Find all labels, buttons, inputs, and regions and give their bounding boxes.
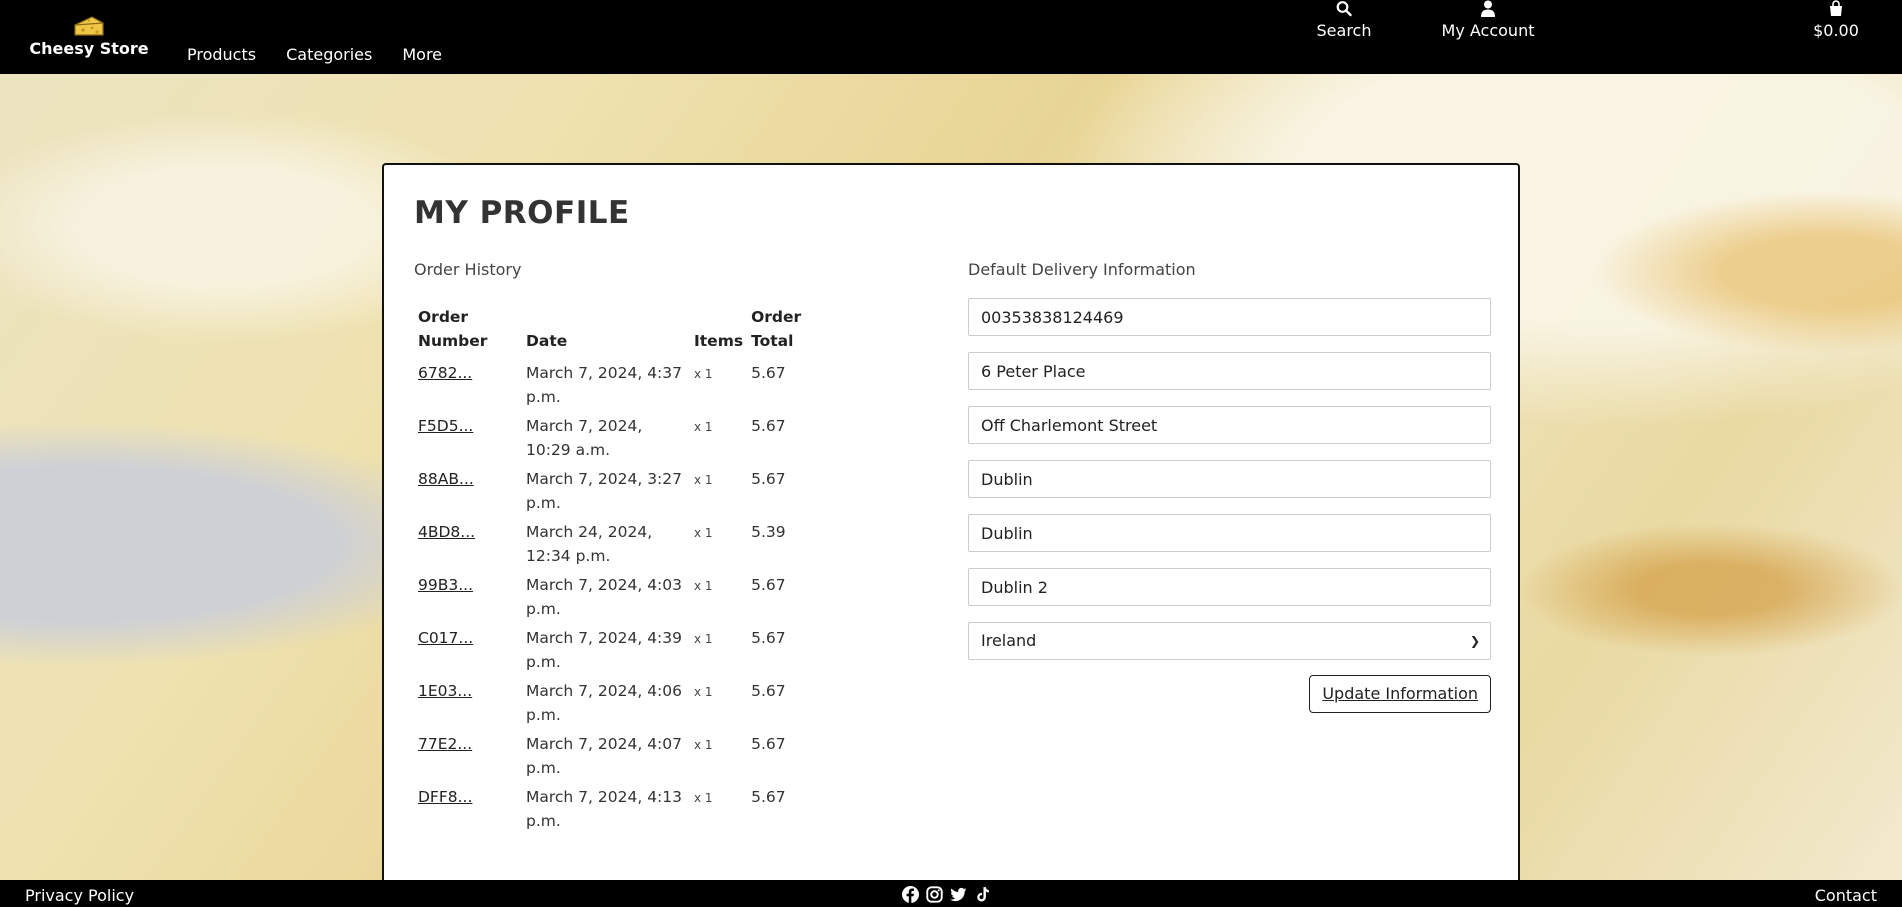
table-row: 1E03... March 7, 2024, 4:06 p.m. x 1 5.6…: [414, 675, 815, 728]
column-header-items: Items: [694, 332, 744, 350]
order-total: 5.67: [751, 629, 786, 647]
order-date: March 7, 2024, 4:37 p.m.: [526, 364, 682, 406]
table-row: 4BD8... March 24, 2024, 12:34 p.m. x 1 5…: [414, 516, 815, 569]
order-total: 5.67: [751, 417, 786, 435]
town-city-field[interactable]: [968, 460, 1491, 498]
main-nav: Products Categories More: [172, 45, 457, 64]
social-links: [902, 886, 991, 903]
delivery-info-label: Default Delivery Information: [968, 260, 1196, 279]
order-date: March 7, 2024, 3:27 p.m.: [526, 470, 682, 512]
order-qty: x 1: [694, 420, 713, 434]
nav-categories[interactable]: Categories: [271, 45, 387, 64]
order-date: March 7, 2024, 4:13 p.m.: [526, 788, 682, 830]
facebook-link[interactable]: [902, 886, 919, 903]
footer: Privacy Policy Contact: [0, 880, 1902, 907]
contact-link[interactable]: Contact: [1815, 886, 1877, 905]
page-title: MY PROFILE: [414, 195, 630, 231]
order-qty: x 1: [694, 685, 713, 699]
country-select[interactable]: Ireland ❯: [968, 622, 1491, 660]
order-date: March 7, 2024, 10:29 a.m.: [526, 417, 643, 459]
table-row: 6782... March 7, 2024, 4:37 p.m. x 1 5.6…: [414, 357, 815, 410]
order-total: 5.39: [751, 523, 786, 541]
order-number-link[interactable]: 4BD8...: [418, 523, 475, 541]
table-row: F5D5... March 7, 2024, 10:29 a.m. x 1 5.…: [414, 410, 815, 463]
order-qty: x 1: [694, 579, 713, 593]
my-account-label: My Account: [1441, 21, 1535, 40]
table-row: C017... March 7, 2024, 4:39 p.m. x 1 5.6…: [414, 622, 815, 675]
profile-card: MY PROFILE Order History Default Deliver…: [382, 163, 1520, 907]
order-qty: x 1: [694, 473, 713, 487]
tiktok-link[interactable]: [974, 886, 991, 903]
table-row: 88AB... March 7, 2024, 3:27 p.m. x 1 5.6…: [414, 463, 815, 516]
twitter-icon: [950, 887, 967, 902]
twitter-link[interactable]: [950, 886, 967, 903]
table-row: 99B3... March 7, 2024, 4:03 p.m. x 1 5.6…: [414, 569, 815, 622]
order-number-link[interactable]: 88AB...: [418, 470, 474, 488]
order-total: 5.67: [751, 470, 786, 488]
table-row: DFF8... March 7, 2024, 4:13 p.m. x 1 5.6…: [414, 781, 815, 834]
order-qty: x 1: [694, 526, 713, 540]
my-account-button[interactable]: My Account: [1428, 0, 1548, 40]
order-number-link[interactable]: F5D5...: [418, 417, 473, 435]
table-header-row: Order Number Date Items Order Total: [414, 301, 815, 357]
order-qty: x 1: [694, 738, 713, 752]
order-number-link[interactable]: 77E2...: [418, 735, 472, 753]
order-number-link[interactable]: C017...: [418, 629, 473, 647]
order-number-link[interactable]: DFF8...: [418, 788, 472, 806]
order-date: March 24, 2024, 12:34 p.m.: [526, 523, 653, 565]
order-total: 5.67: [751, 364, 786, 382]
bag-total: $0.00: [1813, 21, 1859, 40]
instagram-link[interactable]: [926, 886, 943, 903]
order-number-link[interactable]: 6782...: [418, 364, 472, 382]
facebook-icon: [902, 886, 919, 903]
table-row: 77E2... March 7, 2024, 4:07 p.m. x 1 5.6…: [414, 728, 815, 781]
postcode-field[interactable]: [968, 568, 1491, 606]
cheese-logo-icon: [74, 16, 104, 36]
street-address-2-field[interactable]: [968, 406, 1491, 444]
order-date: March 7, 2024, 4:03 p.m.: [526, 576, 682, 618]
order-history-label: Order History: [414, 260, 522, 279]
county-field[interactable]: [968, 514, 1491, 552]
phone-number-field[interactable]: [968, 298, 1491, 336]
order-total: 5.67: [751, 682, 786, 700]
order-date: March 7, 2024, 4:39 p.m.: [526, 629, 682, 671]
search-button[interactable]: Search: [1304, 0, 1384, 40]
search-label: Search: [1316, 21, 1372, 40]
search-icon: [1336, 1, 1352, 17]
top-navbar: Cheesy Store Products Categories More Se…: [0, 0, 1902, 74]
column-header-order-total: Order Total: [751, 308, 802, 350]
column-header-order-number: Order Number: [418, 308, 488, 350]
update-information-button[interactable]: Update Information: [1309, 675, 1491, 713]
street-address-1-field[interactable]: [968, 352, 1491, 390]
order-qty: x 1: [694, 367, 713, 381]
tiktok-icon: [977, 887, 989, 902]
shopping-bag-button[interactable]: $0.00: [1796, 0, 1876, 40]
order-date: March 7, 2024, 4:07 p.m.: [526, 735, 682, 777]
chevron-down-icon: ❯: [1469, 634, 1480, 648]
order-total: 5.67: [751, 788, 786, 806]
brand-name: Cheesy Store: [29, 39, 149, 58]
nav-more[interactable]: More: [387, 45, 457, 64]
instagram-icon: [926, 886, 943, 903]
shopping-bag-icon: [1830, 0, 1842, 16]
order-total: 5.67: [751, 735, 786, 753]
privacy-policy-link[interactable]: Privacy Policy: [25, 886, 134, 905]
order-qty: x 1: [694, 791, 713, 805]
nav-products[interactable]: Products: [172, 45, 271, 64]
order-history-table: Order Number Date Items Order Total 6782…: [414, 301, 815, 834]
order-number-link[interactable]: 99B3...: [418, 576, 473, 594]
order-qty: x 1: [694, 632, 713, 646]
user-icon: [1481, 0, 1495, 17]
brand-logo-link[interactable]: Cheesy Store: [28, 14, 150, 58]
country-selected-value: Ireland: [981, 631, 1037, 650]
column-header-date: Date: [526, 332, 568, 350]
delivery-form: Ireland ❯ Update Information: [968, 298, 1491, 713]
order-total: 5.67: [751, 576, 786, 594]
order-date: March 7, 2024, 4:06 p.m.: [526, 682, 682, 724]
order-number-link[interactable]: 1E03...: [418, 682, 472, 700]
